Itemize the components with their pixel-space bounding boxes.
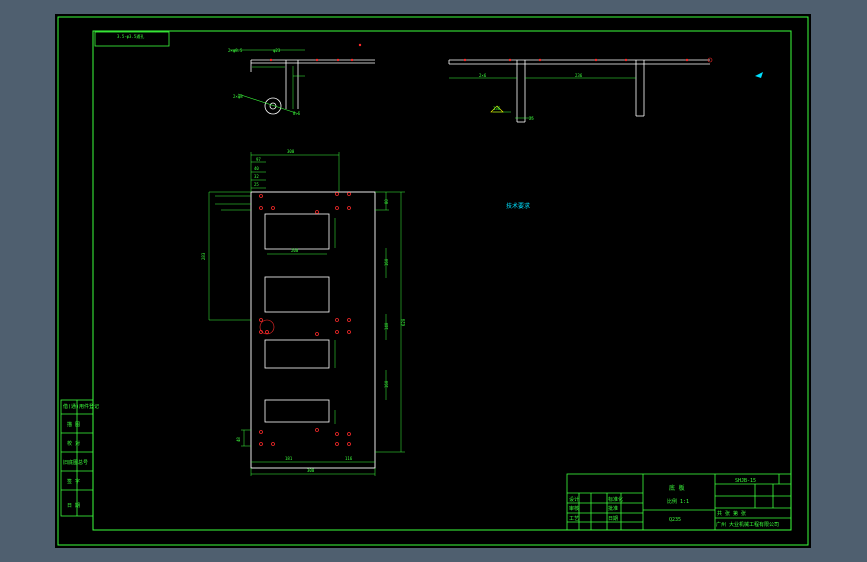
title-material: Q235	[669, 517, 681, 523]
plan-view	[208, 152, 405, 476]
left-strip	[60, 399, 94, 517]
drawing-viewport[interactable]: 3.5-φ3.5通孔 2×φ8.5 φ23 2×φ8 8.5 2×6 236 1…	[55, 14, 811, 548]
title-drawing-no: SHJB-15	[735, 478, 756, 484]
title-checker: 审核	[569, 505, 579, 512]
strip-row-2: 描 图	[67, 421, 80, 428]
inner-frame	[92, 30, 792, 531]
blue-note-text: 技术要求	[506, 202, 530, 210]
title-part-name: 底 板	[669, 484, 685, 492]
section-view	[448, 57, 763, 123]
callout-box-text: 3.5-φ3.5通孔	[117, 33, 144, 39]
section-label-1: 2×6	[479, 73, 487, 78]
strip-row-4: 旧底图总号	[63, 459, 88, 466]
dim-bottom-overall: 300	[307, 468, 315, 473]
title-scale: 比例 1:1	[667, 498, 689, 505]
cad-window: 3.5-φ3.5通孔 2×φ8.5 φ23 2×φ8 8.5 2×6 236 1…	[0, 0, 867, 562]
title-std: 标准化	[608, 496, 623, 503]
dim-left-step-3: 25	[254, 182, 259, 187]
title-approve: 批准	[608, 505, 618, 512]
dim-right-step-1: 80	[384, 199, 389, 204]
strip-row-3: 校 对	[67, 440, 80, 447]
dim-left-step-1: 40	[254, 166, 259, 171]
dim-top-overall: 300	[287, 149, 295, 154]
dim-right-step-4: 160	[384, 380, 389, 388]
title-sheet: 共 张 第 张	[717, 510, 746, 517]
dim-left-lower: 48	[236, 437, 241, 442]
title-date: 日期	[608, 516, 618, 522]
dim-bottom-right: 116	[345, 456, 353, 461]
outer-frame	[57, 16, 809, 546]
detail-label-2: φ23	[273, 48, 281, 53]
detail-label-3: 2×φ8	[233, 94, 243, 99]
section-label-2: 236	[575, 73, 583, 78]
detail-label-4: 8.5	[293, 111, 301, 116]
strip-row-5: 签 字	[67, 478, 80, 485]
dim-top-small: 97	[256, 157, 261, 162]
detail-view	[230, 43, 375, 115]
dim-right-step-2: 160	[384, 258, 389, 266]
section-label-4: 25	[529, 116, 534, 121]
dim-right-step-3: 140	[384, 322, 389, 330]
dim-left-step-2: 32	[254, 174, 259, 179]
drawing-canvas: 3.5-φ3.5通孔 2×φ8.5 φ23 2×φ8 8.5 2×6 236 1…	[57, 16, 809, 546]
dim-left-overall: 283	[201, 252, 206, 260]
detail-label-1: 2×φ8.5	[228, 48, 243, 53]
section-label-3: 136	[493, 106, 501, 111]
strip-row-1: 借(通)用件登记	[63, 403, 99, 410]
title-process: 工艺	[569, 516, 579, 522]
strip-row-6: 日 期	[67, 503, 80, 509]
dim-right-overall: 620	[401, 318, 406, 326]
title-designer: 设计	[569, 496, 579, 503]
title-company: 广州 大业机械工程有限公司	[716, 521, 779, 528]
dim-bottom-left: 181	[285, 456, 293, 461]
dim-inner-width: 200	[291, 248, 299, 253]
